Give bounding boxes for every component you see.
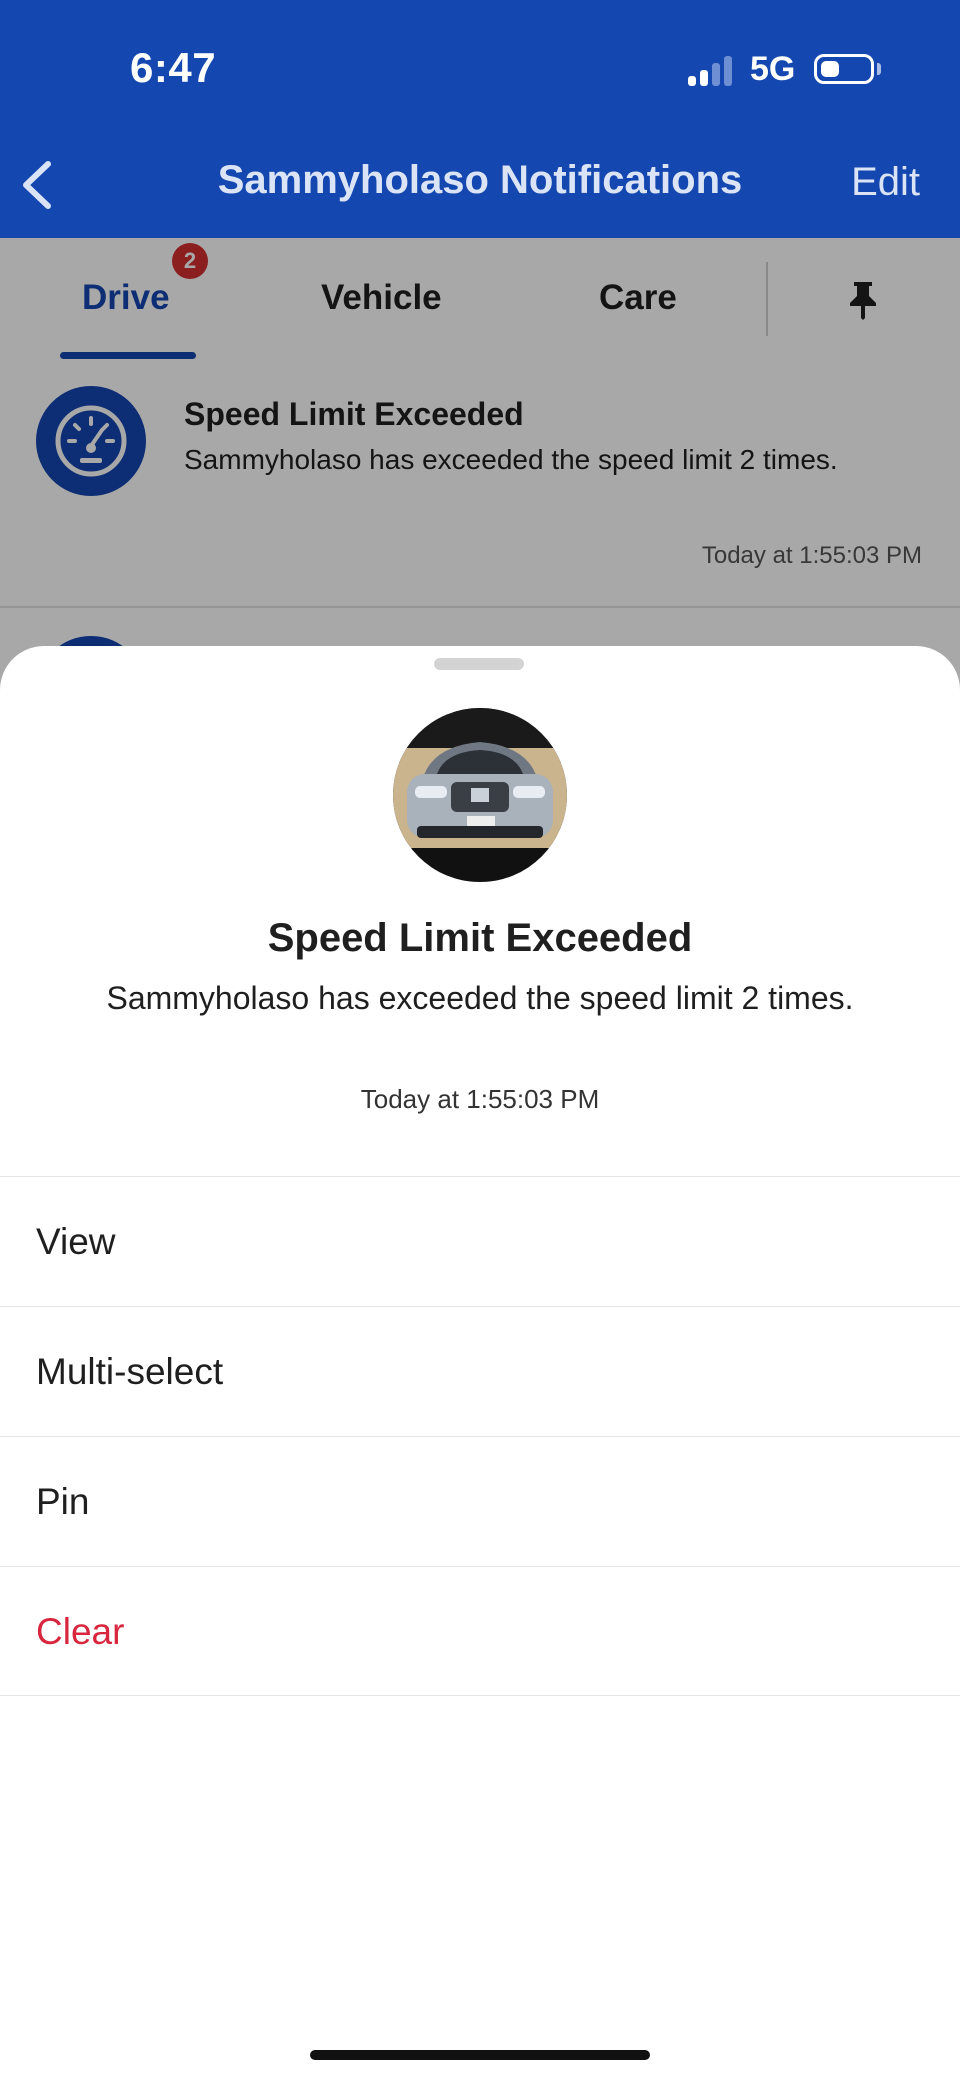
edit-button[interactable]: Edit (851, 160, 920, 205)
sheet-time: Today at 1:55:03 PM (360, 1084, 600, 1114)
sheet-title: Speed Limit Exceeded (267, 916, 693, 960)
page-title: Sammyholaso Notifications (217, 158, 743, 202)
sheet-grabber[interactable] (434, 658, 524, 670)
multi-select-button[interactable]: Multi-select (0, 1306, 960, 1436)
status-time: 6:47 (130, 44, 217, 91)
action-sheet: Speed Limit Exceeded Sammyholaso has exc… (0, 646, 960, 2082)
battery-tip (877, 63, 881, 75)
header: 6:47 5G Sammyholaso Notifications Edit (0, 0, 960, 238)
sheet-message: Sammyholaso has exceeded the speed limit… (106, 980, 854, 1016)
pin-button[interactable]: Pin (0, 1436, 960, 1566)
clear-button[interactable]: Clear (0, 1566, 960, 1696)
network-label: 5G (750, 50, 796, 88)
action-list: View Multi-select Pin Clear (0, 1176, 960, 1696)
signal-icon (688, 56, 734, 86)
screen: Drive 2 Vehicle Care Speed Limit Exceede… (0, 0, 960, 2082)
view-button[interactable]: View (0, 1176, 960, 1306)
vehicle-avatar (393, 708, 567, 882)
home-indicator[interactable] (310, 2050, 650, 2060)
battery-icon (814, 54, 874, 84)
